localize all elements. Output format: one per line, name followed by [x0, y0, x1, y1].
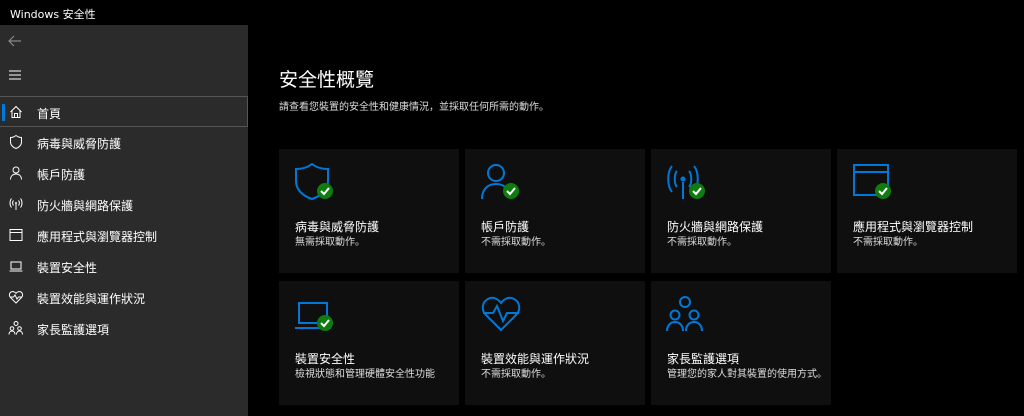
sidebar-item-home[interactable]: 首頁 — [0, 96, 248, 127]
sidebar-item-family-options[interactable]: 家長監護選項 — [0, 313, 248, 344]
person-check-icon — [481, 164, 519, 200]
tile-status: 無需採取動作。 — [295, 237, 365, 248]
tile-device-security[interactable]: 裝置安全性 檢視狀態和管理硬體安全性功能 — [279, 281, 459, 405]
menu-button[interactable] — [0, 61, 30, 89]
sidebar-item-app-browser-control[interactable]: 應用程式與瀏覽器控制 — [0, 220, 248, 251]
sidebar-item-label: 裝置安全性 — [37, 261, 98, 275]
sidebar-item-label: 防火牆與網路保護 — [37, 199, 134, 213]
tile-status: 不需採取動作。 — [481, 369, 551, 380]
home-icon — [8, 104, 24, 120]
tile-firewall[interactable]: 防火牆與網路保護 不需採取動作。 — [651, 149, 831, 273]
family-icon — [666, 296, 703, 332]
tile-title: 應用程式與瀏覽器控制 — [853, 220, 974, 234]
window-title: Windows 安全性 — [10, 8, 96, 21]
page-title: 安全性概覽 — [279, 69, 375, 91]
tile-account-protection[interactable]: 帳戶防護 不需採取動作。 — [465, 149, 645, 273]
sidebar-item-label: 應用程式與瀏覽器控制 — [37, 230, 158, 244]
app-window-icon — [8, 227, 24, 243]
page-subtitle: 請查看您裝置的安全性和健康情況，並採取任何所需的動作。 — [279, 102, 549, 113]
tile-status: 管理您的家人對其裝置的使用方式。 — [667, 369, 827, 380]
main-content: 安全性概覽 請查看您裝置的安全性和健康情況，並採取任何所需的動作。 病毒與威脅防… — [248, 25, 1024, 416]
tile-status: 不需採取動作。 — [667, 237, 737, 248]
sidebar-item-device-security[interactable]: 裝置安全性 — [0, 251, 248, 282]
sidebar: 首頁 病毒與威脅防護 帳戶防護 防火牆與網路保護 應用程式與瀏覽器控制 裝置安全… — [0, 25, 248, 416]
laptop-check-icon — [295, 302, 333, 331]
sidebar-item-device-performance[interactable]: 裝置效能與運作狀況 — [0, 282, 248, 313]
tile-title: 帳戶防護 — [481, 220, 530, 234]
sidebar-item-label: 帳戶防護 — [37, 168, 86, 182]
tile-app-browser-control[interactable]: 應用程式與瀏覽器控制 不需採取動作。 — [837, 149, 1017, 273]
tile-status: 不需採取動作。 — [481, 237, 551, 248]
selection-indicator — [2, 104, 5, 121]
sidebar-item-label: 裝置效能與運作狀況 — [37, 292, 146, 306]
tile-title: 病毒與威脅防護 — [295, 220, 380, 234]
hamburger-icon — [9, 70, 21, 80]
family-icon — [8, 320, 24, 336]
back-arrow-icon — [8, 35, 21, 47]
sidebar-item-virus-protection[interactable]: 病毒與威脅防護 — [0, 127, 248, 158]
tile-title: 裝置效能與運作狀況 — [481, 352, 590, 366]
tile-family-options[interactable]: 家長監護選項 管理您的家人對其裝置的使用方式。 — [651, 281, 831, 405]
tile-title: 防火牆與網路保護 — [667, 220, 764, 234]
heart-pulse-icon — [481, 296, 521, 332]
tile-title: 家長監護選項 — [667, 352, 740, 366]
tile-status: 不需採取動作。 — [853, 237, 923, 248]
sidebar-item-account-protection[interactable]: 帳戶防護 — [0, 158, 248, 189]
back-button[interactable] — [0, 27, 30, 55]
shield-icon — [8, 134, 24, 150]
sidebar-item-firewall[interactable]: 防火牆與網路保護 — [0, 189, 248, 220]
sidebar-item-label: 首頁 — [37, 107, 62, 121]
laptop-icon — [8, 258, 24, 274]
heart-icon — [8, 289, 24, 305]
tile-device-performance[interactable]: 裝置效能與運作狀況 不需採取動作。 — [465, 281, 645, 405]
sidebar-item-label: 家長監護選項 — [37, 323, 110, 337]
tile-status: 檢視狀態和管理硬體安全性功能 — [295, 369, 435, 380]
tile-virus-protection[interactable]: 病毒與威脅防護 無需採取動作。 — [279, 149, 459, 273]
antenna-check-icon — [667, 165, 705, 199]
antenna-icon — [8, 196, 24, 212]
tile-title: 裝置安全性 — [295, 352, 356, 366]
person-icon — [8, 165, 24, 181]
sidebar-item-label: 病毒與威脅防護 — [37, 137, 122, 151]
shield-check-icon — [295, 162, 333, 201]
app-window-check-icon — [853, 164, 891, 199]
title-bar: Windows 安全性 — [0, 0, 1024, 25]
